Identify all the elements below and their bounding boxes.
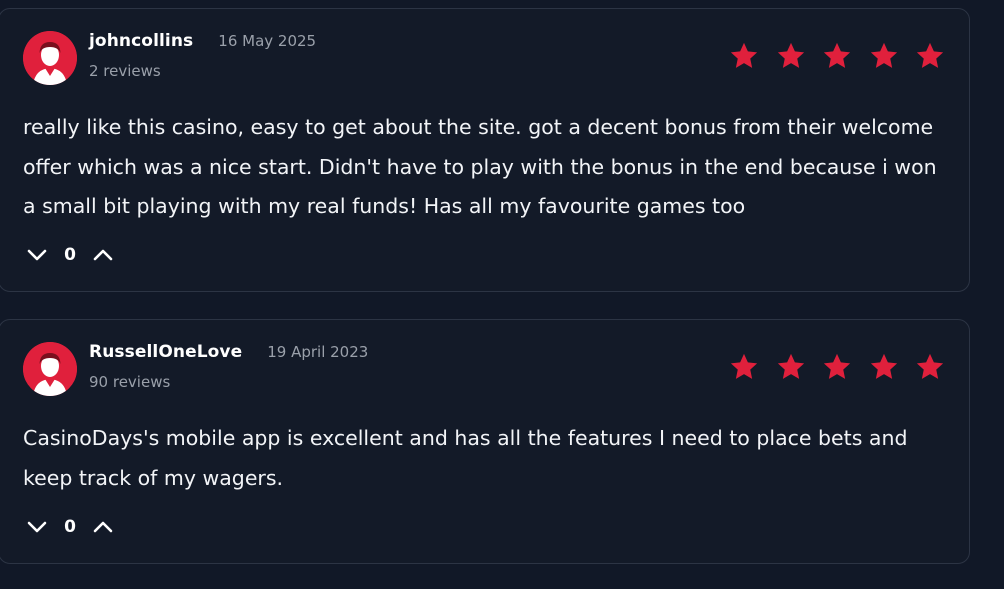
review-text: CasinoDays's mobile app is excellent and… — [23, 426, 908, 490]
review-date: 19 April 2023 — [267, 343, 369, 361]
name-row: johncollins 16 May 2025 — [89, 31, 316, 55]
name-row: RussellOneLove 19 April 2023 — [89, 342, 368, 366]
vote-count: 0 — [64, 245, 76, 265]
star-icon — [776, 41, 806, 71]
star-rating — [713, 41, 946, 71]
vote-count: 0 — [64, 517, 76, 537]
chevron-down-icon[interactable] — [25, 515, 49, 539]
review-date: 16 May 2025 — [218, 32, 317, 50]
star-icon — [869, 41, 899, 71]
review-header: johncollins 16 May 2025 2 reviews — [23, 31, 316, 87]
user-review-count: 2 reviews — [89, 62, 161, 80]
star-icon — [729, 352, 759, 382]
review-card: RussellOneLove 19 April 2023 90 reviews … — [0, 319, 970, 564]
star-icon — [822, 352, 852, 382]
chevron-up-icon[interactable] — [91, 243, 115, 267]
reviews-feed: johncollins 16 May 2025 2 reviews really… — [0, 0, 1004, 589]
chevron-up-icon[interactable] — [91, 515, 115, 539]
star-icon — [729, 41, 759, 71]
star-icon — [869, 352, 899, 382]
user-meta: johncollins 16 May 2025 2 reviews — [89, 31, 316, 80]
star-rating — [713, 352, 946, 382]
user-review-count: 90 reviews — [89, 373, 171, 391]
user-avatar-icon[interactable] — [23, 342, 77, 396]
review-text: really like this casino, easy to get abo… — [23, 115, 937, 218]
vote-controls: 0 — [25, 515, 115, 539]
star-icon — [822, 41, 852, 71]
review-card: johncollins 16 May 2025 2 reviews really… — [0, 8, 970, 292]
username[interactable]: johncollins — [89, 31, 193, 51]
star-icon — [915, 352, 945, 382]
user-avatar-icon[interactable] — [23, 31, 77, 85]
star-icon — [776, 352, 806, 382]
review-header: RussellOneLove 19 April 2023 90 reviews — [23, 342, 368, 398]
user-meta: RussellOneLove 19 April 2023 90 reviews — [89, 342, 368, 391]
star-icon — [915, 41, 945, 71]
chevron-down-icon[interactable] — [25, 243, 49, 267]
username[interactable]: RussellOneLove — [89, 342, 242, 362]
vote-controls: 0 — [25, 243, 115, 267]
